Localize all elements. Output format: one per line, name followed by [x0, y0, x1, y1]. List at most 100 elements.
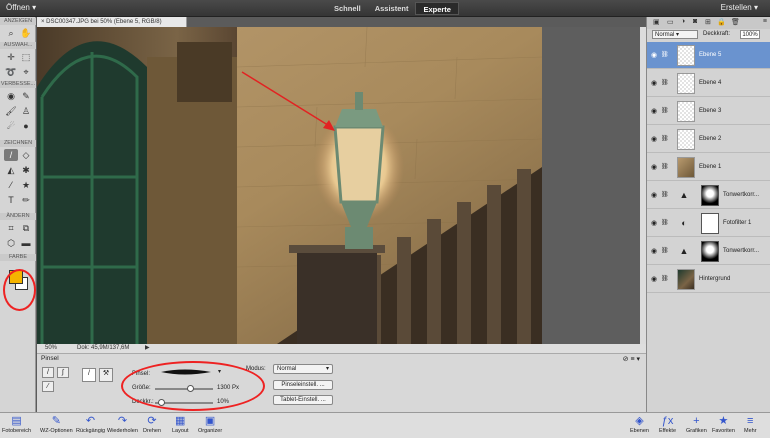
layer-row[interactable]: ◉ ⛓ Hintergrund — [647, 266, 770, 293]
panel-menu-icon[interactable]: ≡ — [763, 18, 767, 25]
layer-row[interactable]: ◉ ⛓ Ebene 3 — [647, 98, 770, 125]
visibility-eye-icon[interactable]: ◉ — [651, 191, 657, 199]
bottom-rotate-button[interactable]: ⟳ Drehen — [143, 415, 161, 437]
mode-expert[interactable]: Experte — [415, 2, 459, 15]
options-menu-icon[interactable]: ⊘ ≡ ▾ — [623, 355, 640, 363]
type-tool-icon[interactable]: T — [4, 194, 18, 206]
layer-thumbnail — [677, 269, 695, 290]
brush-tool-icon[interactable]: / — [4, 149, 18, 161]
bottom-undo-button[interactable]: ↶ Rückgängig — [76, 415, 105, 437]
visibility-eye-icon[interactable]: ◉ — [651, 51, 657, 59]
bottom-graphics-button[interactable]: + Grafiken — [686, 415, 707, 437]
link-icon[interactable]: ⛓ — [661, 163, 669, 170]
link-icon[interactable]: ⛓ — [661, 275, 669, 282]
bottom-tool-options-button[interactable]: ✎ WZ-Optionen — [40, 415, 73, 437]
mode-guided[interactable]: Assistent — [368, 2, 416, 15]
blur-tool-icon[interactable]: ☄ — [4, 120, 18, 132]
visibility-eye-icon[interactable]: ◉ — [651, 79, 657, 87]
visibility-eye-icon[interactable]: ◉ — [651, 135, 657, 143]
bottom-bar: ▤ Fotobereich ✎ WZ-Optionen ↶ Rückgängig ↷ Wied… — [0, 412, 770, 438]
bottom-photo-bin-button[interactable]: ▤ Fotobereich — [2, 415, 31, 437]
bottom-label: Fotobereich — [2, 428, 32, 434]
new-layer-icon[interactable]: ▣ — [653, 18, 660, 26]
content-move-icon[interactable]: ⬡ — [4, 237, 18, 249]
layer-name: Fotofilter 1 — [723, 220, 752, 226]
move-tool-icon[interactable]: ✛ — [4, 51, 18, 63]
blend-mode-select[interactable]: Normal ▾ — [652, 30, 698, 39]
mask-icon[interactable]: ◙ — [693, 18, 697, 25]
open-button[interactable]: Öffnen ▾ — [6, 3, 36, 12]
layer-opacity-input[interactable]: 100% — [740, 30, 760, 39]
sponge-tool-icon[interactable]: ● — [19, 120, 33, 132]
marquee-tool-icon[interactable]: ⬚ — [19, 51, 33, 63]
crop-tool-icon[interactable]: ⌗ — [4, 222, 18, 234]
red-eye-icon[interactable]: ◉ — [4, 90, 18, 102]
layer-row[interactable]: ◉ ⛓ Ebene 1 — [647, 154, 770, 181]
link-icon[interactable]: ⛓ — [661, 79, 669, 86]
smart-brush-icon[interactable]: 🖌 — [4, 105, 18, 117]
hand-tool-icon[interactable]: ✋ — [19, 27, 33, 39]
visibility-eye-icon[interactable]: ◉ — [651, 107, 657, 115]
document-tab[interactable]: × DSC00347.JPG bei 50% (Ebene 5, RGB/8) — [37, 17, 187, 27]
link-icon[interactable]: ⛓ — [661, 135, 669, 142]
gradient-tool-icon[interactable]: ✱ — [19, 164, 33, 176]
bottom-organizer-button[interactable]: ▣ Organizer — [198, 415, 222, 437]
quick-select-icon[interactable]: ⌖ — [19, 66, 33, 78]
eyedropper-icon[interactable]: ⁄ — [4, 179, 18, 191]
airbrush-on-icon[interactable]: ⚒ — [99, 368, 113, 382]
clone-stamp-icon[interactable]: ♙ — [19, 105, 33, 117]
bottom-layout-button[interactable]: ▦ Layout — [172, 415, 189, 437]
eraser-tool-icon[interactable]: ◇ — [19, 149, 33, 161]
lock-transparent-icon[interactable]: ⊞ — [705, 18, 711, 26]
image-canvas[interactable] — [37, 27, 542, 344]
brush-settings-button[interactable]: Pinseleinstell. ... — [273, 380, 333, 390]
airbrush-off-icon[interactable]: / — [82, 368, 96, 382]
bottom-label: Effekte — [659, 428, 677, 434]
impressionist-brush-icon[interactable]: ∫ — [57, 367, 69, 378]
layer-row[interactable]: ◉ ⛓ ▲ Tonwertkorr... — [647, 182, 770, 209]
adjustment-layer-icon[interactable]: ◑ — [681, 18, 685, 25]
rotate-icon: ⟳ — [147, 415, 157, 427]
favorites-icon: ★ — [718, 415, 729, 427]
layer-row[interactable]: ◉ ⛓ Ebene 5 — [647, 42, 770, 69]
spot-heal-icon[interactable]: ✎ — [19, 90, 33, 102]
delete-layer-icon[interactable]: 🗑 — [731, 18, 740, 26]
custom-shape-icon[interactable]: ★ — [19, 179, 33, 191]
bottom-layers-button[interactable]: ◈ Ebenen — [630, 415, 649, 437]
layer-row[interactable]: ◉ ⛓ ◐ Fotofilter 1 — [647, 210, 770, 237]
layer-row[interactable]: ◉ ⛓ ▲ Tonwertkorr... — [647, 238, 770, 265]
lasso-tool-icon[interactable]: ➰ — [4, 66, 18, 78]
layer-row[interactable]: ◉ ⛓ Ebene 2 — [647, 126, 770, 153]
mode-quick[interactable]: Schnell — [327, 2, 368, 15]
bottom-favorites-button[interactable]: ★ Favoriten — [712, 415, 735, 437]
layer-row[interactable]: ◉ ⛓ Ebene 4 — [647, 70, 770, 97]
section-draw: ZEICHNEN — [0, 140, 36, 147]
status-menu-icon[interactable]: ▶ — [145, 344, 150, 353]
create-button[interactable]: Erstellen ▾ — [721, 3, 758, 12]
link-icon[interactable]: ⛓ — [661, 247, 669, 254]
pencil-tool-icon[interactable]: ✏ — [19, 194, 33, 206]
link-icon[interactable]: ⛓ — [661, 219, 669, 226]
brush-mode-icon[interactable]: / — [42, 367, 54, 378]
visibility-eye-icon[interactable]: ◉ — [651, 275, 657, 283]
link-icon[interactable]: ⛓ — [661, 107, 669, 114]
new-group-icon[interactable]: ▭ — [667, 18, 674, 26]
visibility-eye-icon[interactable]: ◉ — [651, 219, 657, 227]
bottom-label: WZ-Optionen — [40, 428, 73, 434]
link-icon[interactable]: ⛓ — [661, 191, 669, 198]
recompose-icon[interactable]: ⧉ — [19, 222, 33, 234]
zoom-level[interactable]: 50% — [45, 344, 57, 353]
link-icon[interactable]: ⛓ — [661, 51, 669, 58]
paint-bucket-icon[interactable]: ◭ — [4, 164, 18, 176]
mode-select[interactable]: Normal ▾ — [273, 364, 333, 374]
visibility-eye-icon[interactable]: ◉ — [651, 247, 657, 255]
lock-all-icon[interactable]: 🔒 — [717, 18, 726, 26]
tablet-settings-button[interactable]: Tablet-Einstell. ... — [273, 395, 333, 405]
bottom-effects-button[interactable]: ƒx Effekte — [659, 415, 676, 437]
visibility-eye-icon[interactable]: ◉ — [651, 163, 657, 171]
straighten-icon[interactable]: ▬ — [19, 237, 33, 249]
color-replace-icon[interactable]: ⁄ — [42, 381, 54, 392]
zoom-tool-icon[interactable]: ⌕ — [4, 27, 18, 39]
bottom-more-button[interactable]: ≡ Mehr — [744, 415, 757, 437]
bottom-redo-button[interactable]: ↷ Wiederholen — [107, 415, 138, 437]
